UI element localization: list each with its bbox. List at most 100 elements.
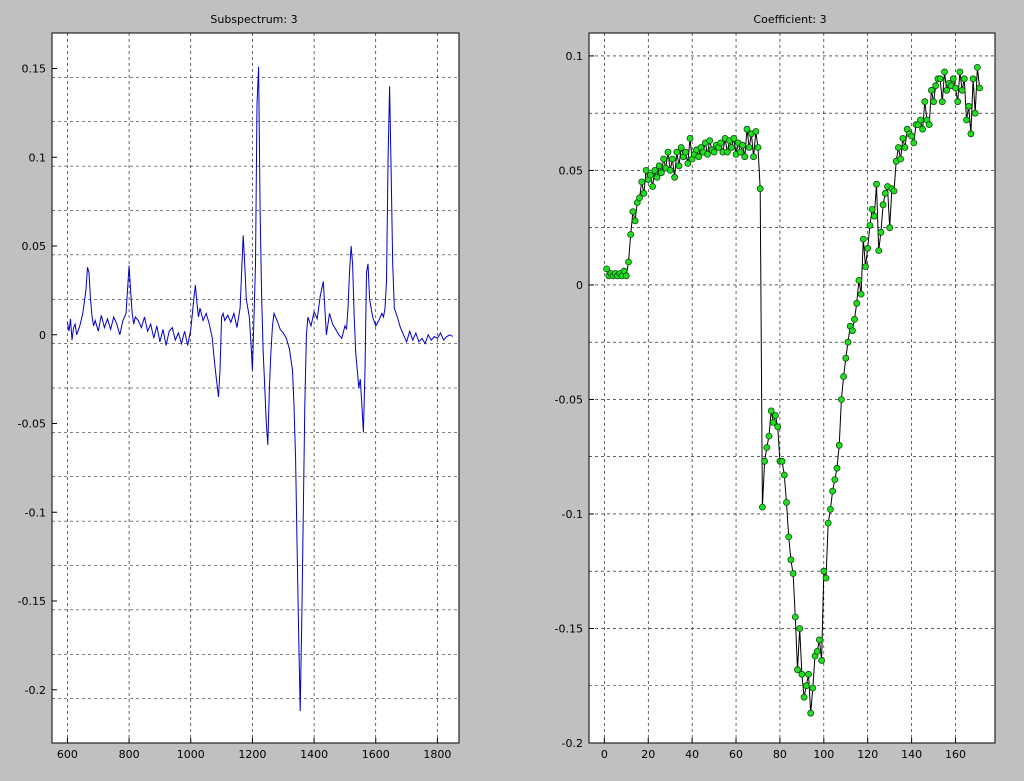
- data-point: [761, 457, 768, 465]
- data-point: [780, 471, 788, 479]
- x-tick-label: 40: [685, 748, 699, 761]
- x-tick-label: 600: [57, 748, 78, 761]
- data-point: [754, 144, 762, 151]
- data-point: [772, 412, 779, 419]
- data-point: [765, 432, 773, 440]
- data-point: [813, 648, 821, 655]
- data-point: [908, 132, 915, 140]
- x-tick-label: 1400: [300, 748, 328, 761]
- y-tick-label: -0.05: [555, 393, 583, 406]
- data-point: [822, 574, 830, 582]
- data-point: [787, 556, 795, 564]
- data-point: [971, 109, 979, 117]
- data-point: [960, 75, 968, 83]
- data-point: [741, 153, 749, 161]
- data-point: [921, 98, 929, 106]
- data-point: [833, 464, 841, 472]
- y-tick-label: 0.1: [29, 151, 47, 164]
- data-point: [866, 221, 874, 229]
- x-tick-label: 100: [813, 748, 834, 761]
- data-point: [706, 137, 714, 145]
- data-point: [910, 139, 918, 147]
- data-point: [844, 338, 852, 346]
- data-point: [802, 682, 810, 690]
- coefficient-title: Coefficient: 3: [753, 13, 826, 26]
- x-tick-label: 160: [945, 748, 966, 761]
- data-point: [862, 263, 869, 271]
- x-tick-label: 20: [641, 748, 655, 761]
- data-point: [796, 625, 804, 632]
- data-point: [842, 354, 850, 362]
- subspectrum-panel: Subspectrum: 3 600 800 1000 1200 1400 1600 180…: [18, 13, 460, 761]
- data-point: [827, 505, 834, 513]
- x-tick-label: 1600: [362, 748, 390, 761]
- y-tick-label: 0.15: [22, 63, 47, 76]
- data-point: [917, 116, 924, 124]
- data-point: [686, 134, 694, 142]
- data-point: [666, 166, 674, 174]
- data-point: [963, 116, 970, 124]
- data-point: [870, 212, 878, 220]
- coefficient-plot-area: [588, 32, 996, 744]
- x-tick-label: 140: [901, 748, 922, 761]
- y-tick-label: 0: [39, 329, 46, 342]
- data-point: [890, 187, 898, 195]
- data-point: [622, 272, 630, 280]
- data-point: [752, 128, 760, 135]
- data-point: [791, 613, 799, 621]
- data-point: [932, 82, 940, 90]
- data-point: [682, 148, 689, 156]
- data-point: [763, 444, 771, 451]
- data-point: [774, 423, 782, 431]
- y-tick-label: -0.1: [25, 506, 46, 519]
- subspectrum-title: Subspectrum: 3: [210, 13, 297, 26]
- data-point: [855, 276, 863, 284]
- x-tick-label: 1200: [238, 748, 266, 761]
- data-point: [879, 201, 887, 209]
- data-point: [816, 636, 823, 644]
- data-point: [783, 499, 790, 506]
- data-point: [675, 162, 683, 170]
- y-tick-label: 0.1: [566, 50, 584, 63]
- data-point: [857, 290, 865, 298]
- data-point: [873, 180, 880, 188]
- coefficient-panel: Coefficient: 3 0 20 40 60 80 100 120 140 160 -0.…: [555, 13, 996, 761]
- x-tick-label: 1800: [423, 748, 451, 761]
- data-point: [745, 144, 753, 151]
- data-point: [886, 224, 894, 232]
- data-point: [728, 144, 735, 151]
- data-point: [785, 533, 793, 541]
- data-point: [789, 570, 797, 577]
- data-point: [969, 75, 977, 83]
- x-tick-label: 120: [857, 748, 878, 761]
- data-point: [829, 487, 836, 495]
- data-point: [660, 155, 667, 163]
- data-point: [629, 208, 637, 216]
- data-point: [967, 130, 975, 138]
- data-point: [805, 670, 812, 678]
- y-tick-label: -0.15: [18, 595, 46, 608]
- data-point: [625, 258, 632, 266]
- data-point: [919, 125, 926, 133]
- data-point: [807, 709, 815, 717]
- data-point: [739, 141, 746, 149]
- data-point: [877, 228, 885, 236]
- data-point: [958, 86, 966, 94]
- data-point: [638, 178, 646, 186]
- data-point: [901, 144, 909, 151]
- data-point: [881, 189, 889, 197]
- data-point: [956, 68, 964, 76]
- y-tick-label: 0.05: [22, 240, 47, 253]
- data-point: [899, 134, 907, 142]
- y-tick-label: 0: [576, 279, 583, 292]
- y-tick-label: -0.2: [562, 737, 583, 750]
- y-tick-label: -0.1: [562, 508, 583, 521]
- data-point: [840, 373, 847, 380]
- data-point: [627, 231, 635, 238]
- data-point: [868, 205, 876, 213]
- data-point: [835, 441, 843, 449]
- data-point: [936, 75, 944, 83]
- data-point: [851, 315, 858, 323]
- data-point: [895, 144, 902, 151]
- data-point: [655, 162, 663, 170]
